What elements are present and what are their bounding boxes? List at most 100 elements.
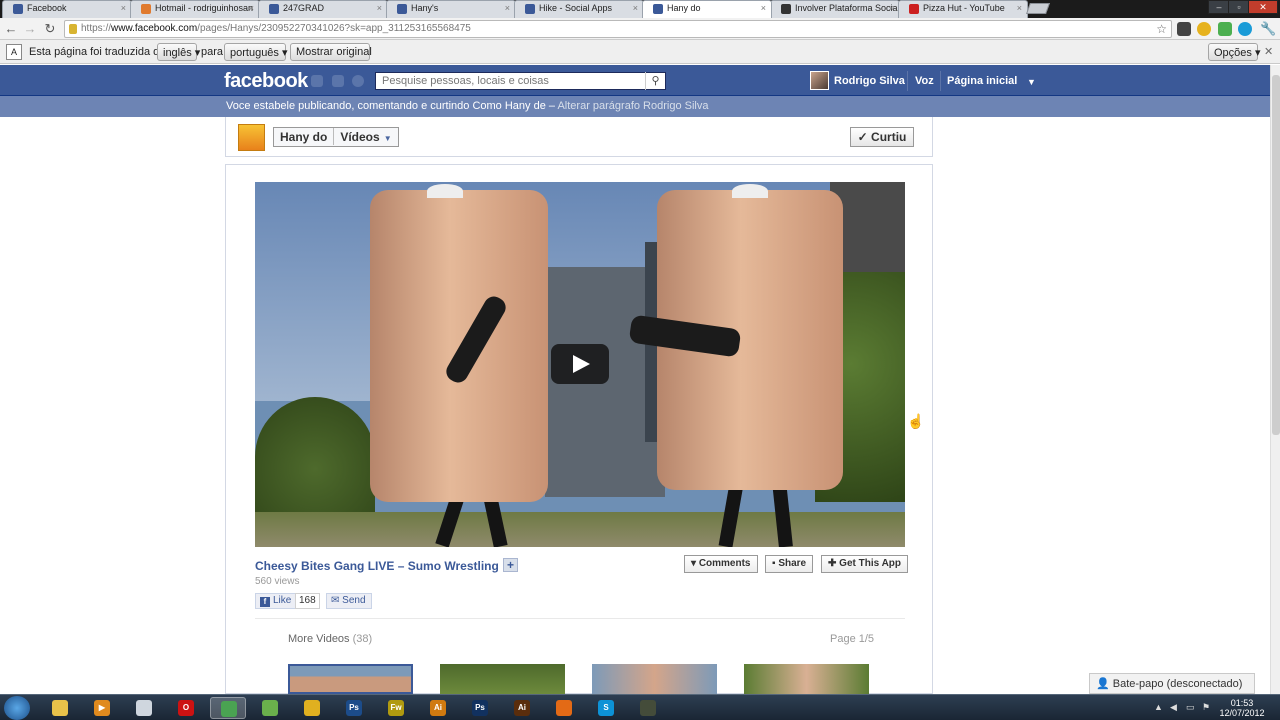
- to-language-select[interactable]: português ▾: [224, 43, 288, 61]
- forward-arrow-icon[interactable]: →: [22, 21, 38, 37]
- signal-bars-icon[interactable]: [1218, 22, 1232, 36]
- tab-hotmail[interactable]: Hotmail - rodriguinhosan ×: [130, 0, 260, 18]
- minimize-icon[interactable]: –: [1208, 0, 1230, 14]
- terminal-icon: [640, 700, 656, 716]
- taskbar-app-button[interactable]: Ps: [462, 697, 498, 719]
- close-icon[interactable]: ×: [505, 3, 510, 13]
- home-link[interactable]: Página inicial: [947, 75, 1017, 87]
- photoshop2-icon: Ps: [472, 700, 488, 716]
- view-count: 560 views: [255, 576, 300, 587]
- close-icon[interactable]: ×: [1017, 3, 1022, 13]
- friend-requests-icon[interactable]: [311, 75, 323, 87]
- close-icon[interactable]: ×: [889, 3, 894, 13]
- close-icon[interactable]: ×: [249, 3, 254, 13]
- search-input[interactable]: Pesquise pessoas, locais e coisas ⚲: [375, 72, 666, 90]
- profile-link[interactable]: Rodrigo Silva: [834, 75, 905, 87]
- tray-arrow-icon[interactable]: ▲: [1154, 702, 1164, 712]
- get-this-app-button[interactable]: ✚ Get This App: [821, 555, 909, 573]
- tab-facebook[interactable]: Facebook ×: [2, 0, 132, 18]
- taskbar-app-button[interactable]: Fw: [378, 697, 414, 719]
- reload-icon[interactable]: ↻: [42, 21, 58, 37]
- search-icon[interactable]: ⚲: [645, 72, 665, 90]
- scrollbar[interactable]: [1270, 65, 1280, 694]
- tab-hany-do[interactable]: Hany do ×: [642, 0, 772, 18]
- window-close-icon[interactable]: ✕: [1248, 0, 1278, 14]
- firefox-icon: [556, 700, 572, 716]
- facebook-logo[interactable]: facebook: [224, 70, 308, 93]
- account-menu-chevron-down-icon[interactable]: ▼: [1027, 77, 1036, 87]
- notice-text: Voce estabele publicando, comentando e c…: [226, 100, 555, 112]
- bookmark-star-icon[interactable]: ☆: [1156, 22, 1167, 36]
- address-bar[interactable]: https://www.facebook.com/pages/Hanys/230…: [64, 20, 1172, 38]
- notifications-icon[interactable]: [352, 75, 364, 87]
- system-clock[interactable]: 01:53 12/07/2012: [1218, 698, 1266, 718]
- taskbar-app-button[interactable]: Ps: [336, 697, 372, 719]
- close-icon[interactable]: ×: [761, 3, 766, 13]
- close-icon[interactable]: ×: [633, 3, 638, 13]
- facebook-f-icon: f: [260, 597, 270, 607]
- wrench-icon[interactable]: 🔧: [1260, 22, 1276, 36]
- video-thumbnail[interactable]: [288, 664, 413, 694]
- send-button[interactable]: ✉ Send: [326, 593, 372, 609]
- extension-icon[interactable]: [1177, 22, 1191, 36]
- page-name[interactable]: Hany do: [280, 130, 327, 144]
- page-logo[interactable]: [238, 124, 265, 151]
- network-icon[interactable]: ▭: [1186, 702, 1196, 712]
- like-button[interactable]: f Like: [255, 593, 298, 609]
- play-button[interactable]: [551, 344, 609, 384]
- taskbar-app-button[interactable]: [294, 697, 330, 719]
- illustrator-icon: Ai: [430, 700, 446, 716]
- back-arrow-icon[interactable]: ←: [3, 21, 19, 37]
- liked-button[interactable]: ✓ Curtiu: [850, 127, 914, 147]
- taskbar-app-button[interactable]: [252, 697, 288, 719]
- avatar[interactable]: [810, 71, 829, 90]
- video-thumbnail[interactable]: [592, 664, 717, 694]
- page-section-selector[interactable]: Hany do Vídeos ▼: [273, 127, 399, 147]
- show-original-button[interactable]: Mostrar original: [290, 43, 372, 61]
- options-button[interactable]: Opções ▾: [1208, 43, 1261, 61]
- close-icon[interactable]: ✕: [1264, 45, 1273, 58]
- from-language-select[interactable]: inglês ▾: [157, 43, 200, 61]
- new-tab-button[interactable]: [1025, 3, 1051, 14]
- tab-hanys[interactable]: Hany's ×: [386, 0, 516, 18]
- tab-pizza-hut[interactable]: Pizza Hut - YouTube ×: [898, 0, 1028, 18]
- tab-247grad[interactable]: 247GRAD ×: [258, 0, 388, 18]
- volume-icon[interactable]: ◀: [1170, 702, 1180, 712]
- maximize-icon[interactable]: ▫: [1228, 0, 1250, 14]
- voice-link[interactable]: Voz: [915, 75, 934, 87]
- close-icon[interactable]: ×: [121, 3, 126, 13]
- taskbar-app-button[interactable]: [126, 697, 162, 719]
- taskbar-app-button[interactable]: Ai: [420, 697, 456, 719]
- browser-toolbar: ← → ↻ https://www.facebook.com/pages/Han…: [0, 18, 1280, 40]
- add-icon[interactable]: +: [503, 558, 518, 572]
- start-button[interactable]: [4, 696, 30, 720]
- taskbar-app-button[interactable]: [210, 697, 246, 719]
- action-center-icon[interactable]: ⚑: [1202, 702, 1212, 712]
- taskbar-app-button[interactable]: [546, 697, 582, 719]
- video-player[interactable]: [255, 182, 905, 547]
- comments-button[interactable]: ▾ Comments: [684, 555, 758, 573]
- messages-icon[interactable]: [332, 75, 344, 87]
- taskbar-app-button[interactable]: [630, 697, 666, 719]
- extension-icon[interactable]: [1197, 22, 1211, 36]
- caret-down-icon: ▾: [691, 558, 699, 569]
- chat-sidebar-tab[interactable]: 👤 Bate-papo (desconectado): [1089, 673, 1255, 694]
- skype-extension-icon[interactable]: [1238, 22, 1252, 36]
- share-button[interactable]: ▪ Share: [765, 555, 814, 573]
- tab-hike[interactable]: Hike - Social Apps ×: [514, 0, 644, 18]
- scrollbar-thumb[interactable]: [1272, 75, 1280, 435]
- taskbar-app-button[interactable]: ▶: [84, 697, 120, 719]
- fireworks-icon: Fw: [388, 700, 404, 716]
- taskbar-app-button[interactable]: O: [168, 697, 204, 719]
- taskbar-app-button[interactable]: Ai: [504, 697, 540, 719]
- video-thumbnail[interactable]: [440, 664, 565, 694]
- taskbar-app-button[interactable]: S: [588, 697, 624, 719]
- more-videos-heading: More Videos (38): [288, 633, 373, 645]
- tab-involver[interactable]: Involver Plataforma Social ×: [770, 0, 900, 18]
- video-pager: Page 1/5: [830, 633, 875, 645]
- taskbar-app-button[interactable]: [42, 697, 78, 719]
- switch-profile-link[interactable]: Alterar parágrafo Rodrigo Silva: [557, 100, 708, 112]
- video-title[interactable]: Cheesy Bites Gang LIVE – Sumo Wrestling: [255, 559, 499, 573]
- close-icon[interactable]: ×: [377, 3, 382, 13]
- video-thumbnail[interactable]: [744, 664, 869, 694]
